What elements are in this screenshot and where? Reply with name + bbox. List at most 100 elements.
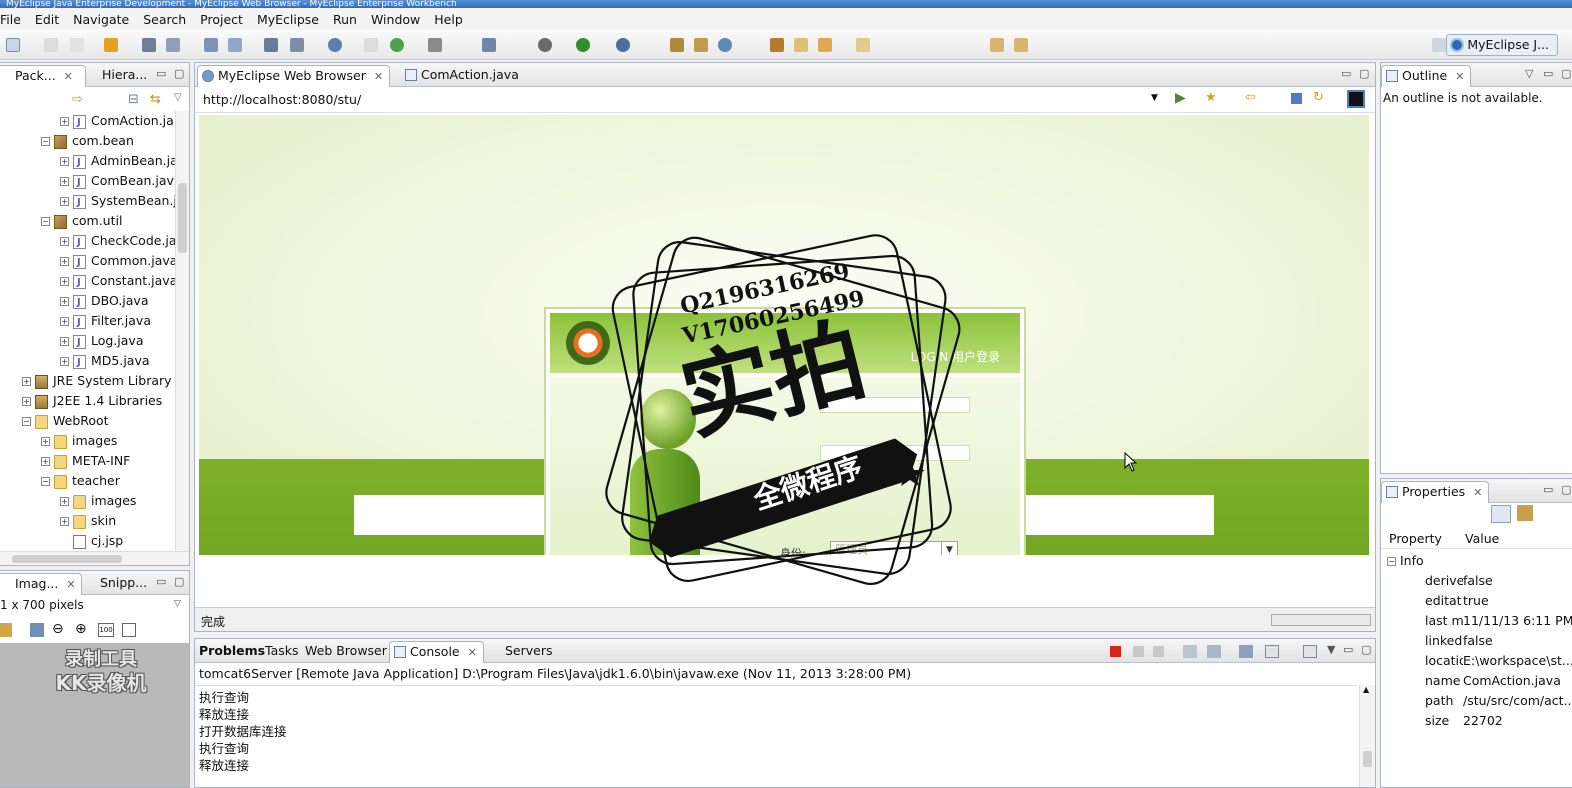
collapse-icon[interactable]: −	[22, 417, 31, 426]
new-icon[interactable]	[6, 38, 20, 52]
image-icon[interactable]	[428, 38, 442, 52]
tree-item[interactable]: + Log.java	[60, 331, 144, 353]
open-perspective-icon[interactable]	[1432, 38, 1446, 52]
password-field[interactable]	[820, 445, 970, 461]
property-value[interactable]: ComAction.java	[1463, 671, 1561, 691]
clear-console-icon[interactable]	[1183, 645, 1197, 658]
property-value[interactable]: 11/11/13 6:11 PM	[1463, 611, 1572, 631]
collapse-icon[interactable]: −	[41, 477, 50, 486]
scroll-up-icon[interactable]: ▲	[1363, 685, 1369, 694]
save-icon[interactable]	[44, 38, 58, 52]
expand-icon[interactable]: +	[60, 237, 69, 246]
tree-item[interactable]: + META-INF	[41, 451, 130, 471]
property-key[interactable]: path	[1425, 691, 1463, 711]
tab-web-browser[interactable]: MyEclipse Web Browser ✕	[197, 65, 391, 87]
terminate-icon[interactable]	[1110, 646, 1121, 657]
chevron-down-icon[interactable]: ▼	[941, 542, 957, 555]
db-icon[interactable]	[364, 38, 378, 52]
console-output[interactable]: 执行查询 释放连接 打开数据库连接 执行查询 释放连接	[195, 685, 1357, 787]
expand-icon[interactable]: +	[60, 297, 69, 306]
remove-all-icon[interactable]	[1153, 646, 1164, 657]
print-icon[interactable]	[70, 38, 84, 52]
run-icon[interactable]	[576, 38, 590, 52]
search-icon[interactable]	[718, 38, 732, 52]
tab-servers[interactable]: Servers	[485, 641, 559, 663]
url-bar[interactable]: http://localhost:8080/stu/ ▼ ▶ ★ ⇦ ↻	[195, 87, 1375, 113]
tab-snippets[interactable]: Snipp...	[86, 573, 153, 595]
dropdown-icon[interactable]: ▽	[174, 599, 181, 609]
tree-item[interactable]: + ComAction.ja	[60, 111, 174, 133]
close-icon[interactable]: ✕	[64, 70, 73, 83]
expand-icon[interactable]: +	[41, 457, 50, 466]
minimize-icon[interactable]: ▭	[1343, 643, 1353, 656]
link-editor-icon[interactable]: ⇆	[150, 92, 161, 107]
close-icon[interactable]: ✕	[1473, 486, 1482, 499]
property-key[interactable]: size	[1425, 711, 1463, 731]
tab-web-browser-bottom[interactable]: Web Browser	[301, 641, 393, 663]
expand-icon[interactable]: +	[22, 397, 31, 406]
tree-item[interactable]: + SystemBean.j	[60, 191, 176, 213]
package-icon[interactable]	[104, 38, 118, 52]
menu-navigate[interactable]: Navigate	[66, 12, 136, 27]
property-value[interactable]: /stu/src/com/act...	[1463, 691, 1572, 711]
open-console-icon[interactable]	[1303, 645, 1317, 658]
tree-item[interactable]: + ComBean.jav	[60, 171, 174, 193]
view-menu-icon[interactable]: ▼	[1327, 643, 1335, 656]
tree-item[interactable]: + DBO.java	[60, 291, 148, 313]
username-field[interactable]	[820, 397, 970, 413]
categories-icon[interactable]	[1491, 505, 1511, 523]
minimize-icon[interactable]: ▭	[1543, 67, 1553, 80]
menu-project[interactable]: Project	[193, 12, 250, 27]
jsp-icon[interactable]	[264, 38, 278, 52]
expand-icon[interactable]: +	[60, 277, 69, 286]
property-key[interactable]: locatio	[1425, 651, 1463, 671]
debug-icon[interactable]	[538, 38, 552, 52]
property-value[interactable]: false	[1463, 571, 1493, 591]
collapse-icon[interactable]: −	[41, 217, 50, 226]
minimize-icon[interactable]: ▭	[156, 575, 166, 588]
maximize-icon[interactable]: ▢	[174, 67, 184, 80]
tree-item[interactable]: + J2EE 1.4 Libraries	[22, 391, 162, 411]
close-icon[interactable]: ✕	[468, 646, 477, 659]
zoom-in-icon[interactable]: ⊕	[75, 621, 87, 637]
console-toggle-icon[interactable]	[1347, 90, 1365, 108]
expand-icon[interactable]: +	[22, 377, 31, 386]
role-select[interactable]: 管理员 ▼	[830, 541, 958, 555]
property-key[interactable]: derive	[1425, 571, 1463, 591]
back-icon[interactable]: ⇦	[1245, 90, 1256, 105]
column-value[interactable]: Value	[1465, 531, 1499, 546]
globe-icon[interactable]	[328, 38, 342, 52]
fit-icon[interactable]	[0, 623, 12, 637]
view-menu-icon[interactable]: ▽	[174, 92, 182, 103]
server-icon[interactable]	[166, 38, 180, 52]
tree-item[interactable]: + CheckCode.ja	[60, 231, 176, 253]
stop-icon[interactable]	[1291, 93, 1302, 104]
layout-icon[interactable]	[482, 38, 496, 52]
expand-icon[interactable]: +	[60, 497, 69, 506]
tab-comaction[interactable]: ComAction.java	[401, 65, 525, 87]
back-icon[interactable]	[990, 38, 1004, 52]
close-icon[interactable]: ✕	[374, 70, 383, 83]
tab-console[interactable]: Console ✕	[389, 641, 484, 663]
property-value[interactable]: true	[1463, 591, 1489, 611]
tree-item[interactable]: − com.bean	[41, 131, 134, 151]
expand-icon[interactable]: +	[60, 177, 69, 186]
tab-outline[interactable]: Outline ✕	[1381, 65, 1472, 87]
tree-item[interactable]: + MD5.java	[60, 351, 150, 373]
maximize-icon[interactable]: ▢	[174, 575, 184, 588]
maximize-icon[interactable]: ▢	[1561, 483, 1571, 496]
zoom-out-icon[interactable]: ⊖	[52, 621, 64, 637]
pin-console-icon[interactable]	[1239, 645, 1253, 658]
expand-icon[interactable]: +	[60, 117, 69, 126]
property-key[interactable]: name	[1425, 671, 1463, 691]
remove-launch-icon[interactable]	[1133, 646, 1144, 657]
tree-item[interactable]: + JRE System Library	[22, 371, 172, 391]
maximize-icon[interactable]: ▢	[1561, 67, 1571, 80]
open-task-icon[interactable]	[694, 38, 708, 52]
expand-icon[interactable]: +	[60, 257, 69, 266]
expand-icon[interactable]: +	[60, 197, 69, 206]
tree-item[interactable]: − WebRoot	[22, 411, 109, 431]
scroll-thumb[interactable]	[178, 183, 187, 253]
properties-group-info[interactable]: − Info	[1387, 551, 1424, 571]
tree-item[interactable]: + AdminBean.ja	[60, 151, 176, 173]
